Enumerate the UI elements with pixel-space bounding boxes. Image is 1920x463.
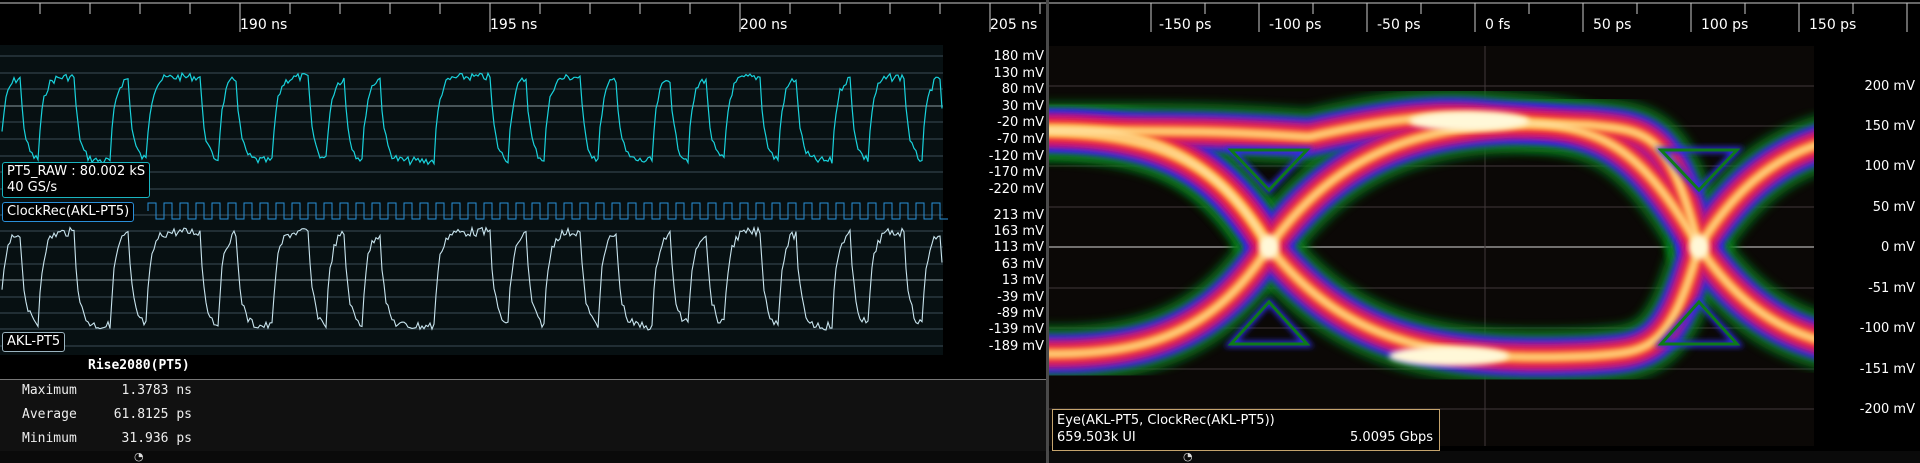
- clock-waveform-trace: [147, 202, 948, 220]
- measurement-value: 31.936 ps: [121, 431, 192, 446]
- filtered-axis-label: -89 mV: [997, 306, 1044, 321]
- raw-axis-label: -220 mV: [988, 182, 1044, 197]
- time-tick-label: 195 ns: [490, 17, 538, 33]
- measurement-title: Rise2080(PT5): [88, 358, 190, 373]
- eye-title: Eye(AKL-PT5, ClockRec(AKL-PT5)): [1057, 413, 1275, 428]
- measurement-name: Average: [22, 407, 77, 422]
- eye-time-tick-label: 150 ps: [1809, 17, 1857, 33]
- eye-status-strip: [1049, 451, 1920, 463]
- filtered-axis-label: -189 mV: [988, 339, 1044, 354]
- time-tick-label: 200 ns: [740, 17, 788, 33]
- eye-axis-label: -151 mV: [1859, 362, 1915, 377]
- measurement-value: 61.8125 ps: [113, 407, 192, 422]
- measurement-table[interactable]: Maximum 1.3783 ns Average 61.8125 ps Minim…: [0, 379, 1046, 452]
- waveform-view[interactable]: 190 ns 195 ns 200 ns 205 ns 180 mV 130 m…: [0, 0, 1046, 463]
- filtered-axis-label: 113 mV: [993, 240, 1044, 255]
- measurement-name: Minimum: [22, 431, 77, 446]
- status-strip: [0, 451, 1046, 463]
- eye-diagram-view[interactable]: -150 ps -100 ps -50 ps 0 fs 50 ps 100 ps…: [1049, 0, 1920, 463]
- eye-axis-label: -200 mV: [1859, 402, 1915, 417]
- raw-axis-label: 180 mV: [993, 49, 1044, 64]
- eye-time-ruler[interactable]: -150 ps -100 ps -50 ps 0 fs 50 ps 100 ps…: [1049, 0, 1920, 40]
- raw-axis-label: 130 mV: [993, 66, 1044, 81]
- eye-axis-label: -51 mV: [1868, 281, 1915, 296]
- raw-channel-label[interactable]: PT5_RAW : 80.002 kS 40 GS/s: [2, 162, 151, 198]
- filtered-axis-label: 13 mV: [1001, 273, 1044, 288]
- raw-channel-name: PT5_RAW : 80.002 kS: [7, 164, 146, 179]
- eye-axis-label: 50 mV: [1872, 200, 1915, 215]
- measurement-row: Maximum 1.3783 ns: [22, 383, 192, 398]
- time-tick-label: 205 ns: [990, 17, 1038, 33]
- filtered-axis-label: -139 mV: [988, 322, 1044, 337]
- eye-zoom-icon[interactable]: ◔: [1183, 450, 1193, 463]
- measurement-value: 1.3783 ns: [121, 383, 192, 398]
- eye-info-label[interactable]: Eye(AKL-PT5, ClockRec(AKL-PT5)) 659.503k…: [1052, 409, 1440, 451]
- time-ruler[interactable]: 190 ns 195 ns 200 ns 205 ns: [0, 0, 1046, 40]
- measurement-name: Maximum: [22, 383, 77, 398]
- eye-axis-label: -100 mV: [1859, 321, 1915, 336]
- eye-hotspot: [1389, 346, 1509, 366]
- eye-hotspot: [1689, 235, 1709, 259]
- eye-ui-count: 659.503k UI: [1057, 430, 1136, 445]
- waveform-plot-area[interactable]: [0, 40, 1046, 355]
- eye-bitrate: 5.0095 Gbps: [1350, 430, 1433, 445]
- eye-time-tick-label: -150 ps: [1159, 17, 1212, 33]
- plot-background: [0, 45, 943, 355]
- eye-axis-label: 150 mV: [1864, 119, 1915, 134]
- time-tick-label: 190 ns: [240, 17, 288, 33]
- eye-axis-label: 100 mV: [1864, 159, 1915, 174]
- raw-axis-label: -20 mV: [997, 115, 1044, 130]
- measurement-row: Average 61.8125 ps: [22, 407, 192, 422]
- filtered-axis-label: 163 mV: [993, 224, 1044, 239]
- raw-axis-label: -70 mV: [997, 132, 1044, 147]
- eye-axis-label: 0 mV: [1881, 240, 1915, 255]
- raw-axis-label: 80 mV: [1001, 82, 1044, 97]
- eye-time-tick-label: 100 ps: [1701, 17, 1749, 33]
- filtered-axis-label: 63 mV: [1001, 257, 1044, 272]
- zoom-icon[interactable]: ◔: [134, 450, 144, 463]
- eye-hotspot: [1259, 235, 1279, 259]
- clock-channel-label[interactable]: ClockRec(AKL-PT5): [2, 202, 135, 222]
- eye-time-tick-label: 50 ps: [1593, 17, 1632, 33]
- raw-channel-rate: 40 GS/s: [7, 180, 58, 195]
- eye-time-tick-label: 0 fs: [1485, 17, 1511, 33]
- eye-time-tick-label: -100 ps: [1269, 17, 1322, 33]
- filtered-channel-label[interactable]: AKL-PT5: [2, 332, 66, 352]
- raw-axis-label: -120 mV: [988, 149, 1044, 164]
- eye-axis-label: 200 mV: [1864, 79, 1915, 94]
- eye-time-tick-label: -50 ps: [1377, 17, 1421, 33]
- raw-axis-label: -170 mV: [988, 165, 1044, 180]
- eye-hotspot: [1409, 111, 1529, 131]
- raw-axis-label: 30 mV: [1001, 99, 1044, 114]
- measurement-row: Minimum 31.936 ps: [22, 431, 192, 446]
- filtered-axis-label: 213 mV: [993, 208, 1044, 223]
- filtered-axis-label: -39 mV: [997, 290, 1044, 305]
- eye-plot-area[interactable]: [1049, 40, 1920, 463]
